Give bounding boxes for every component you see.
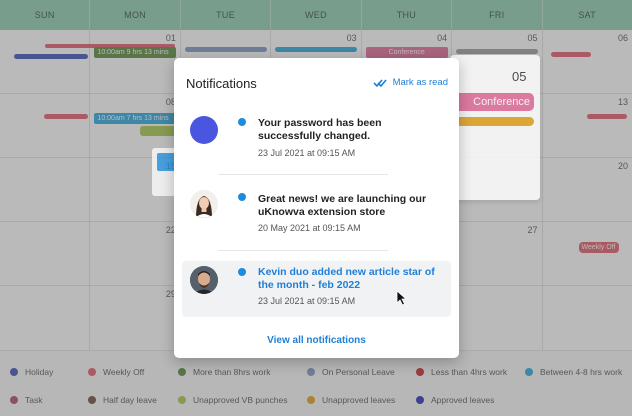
notification-time: 23 Jul 2021 at 09:15 AM xyxy=(258,296,356,306)
notification-time: 23 Jul 2021 at 09:15 AM xyxy=(258,148,356,158)
notification-item[interactable]: Kevin duo added new article star of the … xyxy=(182,261,451,317)
double-check-icon xyxy=(372,78,387,87)
man-avatar-icon xyxy=(190,266,218,294)
notification-title: Your password has been successfully chan… xyxy=(258,117,382,142)
popup-bar[interactable] xyxy=(450,117,534,126)
woman-avatar-icon xyxy=(190,190,218,218)
avatar xyxy=(190,266,218,294)
popup-conference-bar[interactable]: Conference xyxy=(450,93,534,111)
notifications-panel: Notifications Mark as read Your password… xyxy=(174,58,459,358)
mark-as-read-label: Mark as read xyxy=(392,77,448,88)
unread-dot xyxy=(238,268,246,276)
mouse-cursor-icon xyxy=(396,290,408,306)
notification-title[interactable]: Kevin duo added new article star of the … xyxy=(258,266,438,292)
popup-conference-label: Conference xyxy=(473,96,530,108)
avatar xyxy=(190,190,218,218)
day-detail-popup: 05 Conference xyxy=(450,55,540,200)
view-all-notifications-link[interactable]: View all notifications xyxy=(174,335,459,346)
notification-item[interactable]: Great news! we are launching our uKnowva… xyxy=(182,183,451,239)
divider xyxy=(218,174,388,175)
divider xyxy=(218,250,388,251)
calendar-page: SUN MON TUE WED THU FRI SAT 01 10:00am 9… xyxy=(0,0,632,416)
notification-title: Great news! we are launching our uKnowva… xyxy=(258,193,427,218)
unread-dot xyxy=(238,193,246,201)
avatar xyxy=(190,116,218,144)
panel-title: Notifications xyxy=(186,76,257,91)
notification-item[interactable]: Your password has been successfully chan… xyxy=(182,108,451,164)
popup-day-number: 05 xyxy=(512,69,527,84)
mark-as-read-button[interactable]: Mark as read xyxy=(372,77,448,88)
notification-time: 20 May 2021 at 09:15 AM xyxy=(258,223,361,233)
unread-dot xyxy=(238,118,246,126)
